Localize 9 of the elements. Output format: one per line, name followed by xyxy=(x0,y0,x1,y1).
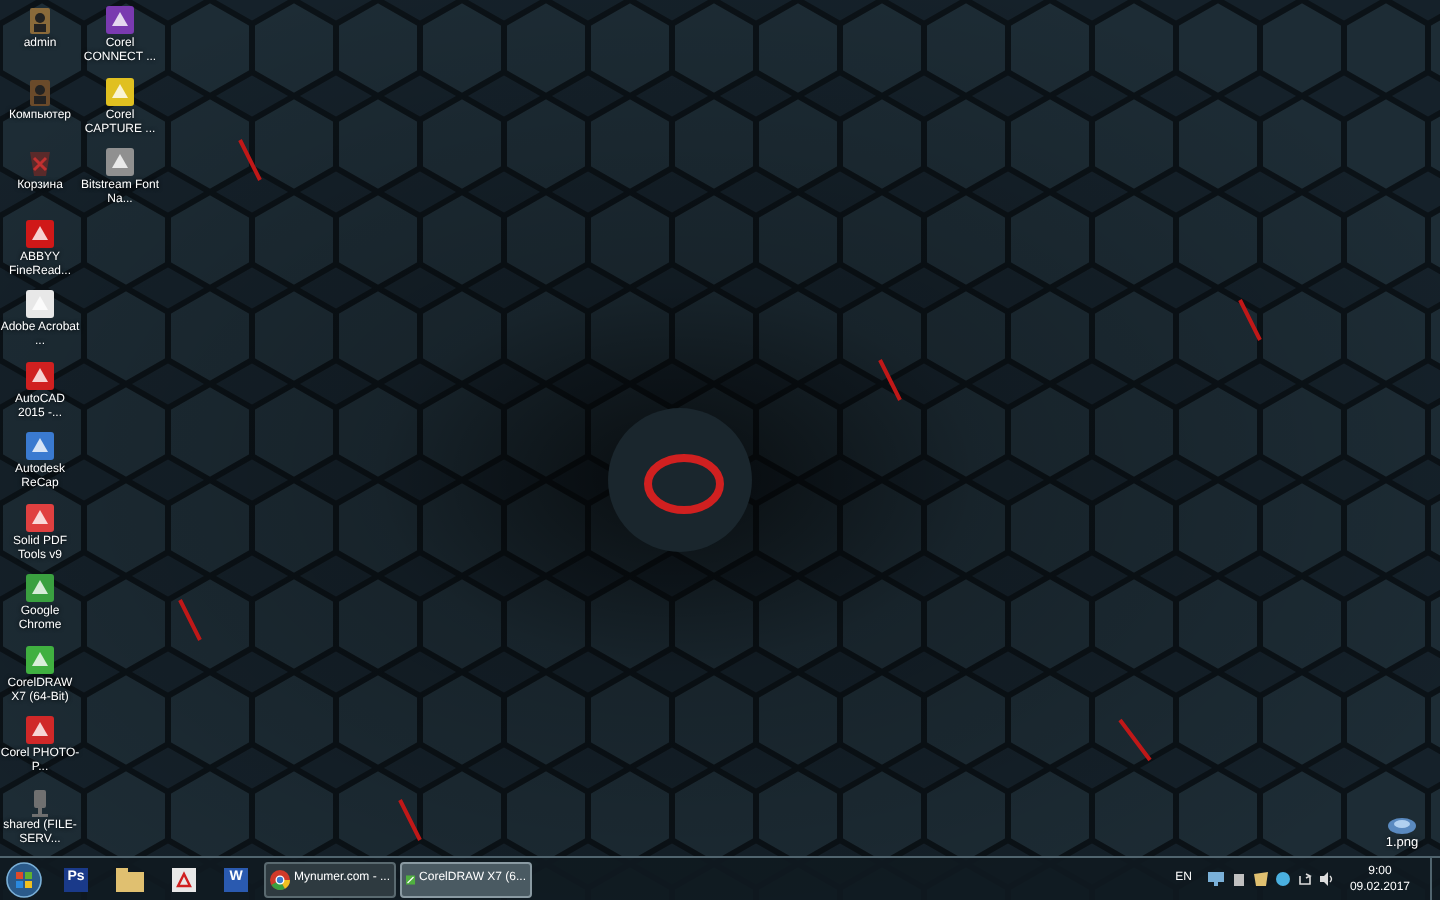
network-icon[interactable] xyxy=(1207,872,1224,886)
pdf-icon[interactable] xyxy=(172,867,196,891)
chrome-icon xyxy=(270,867,290,891)
sync-icon[interactable] xyxy=(1297,872,1312,886)
start-button[interactable] xyxy=(6,861,42,897)
device-icon[interactable] xyxy=(1231,872,1246,886)
folder-icon[interactable] xyxy=(116,867,144,891)
speaker-icon[interactable] xyxy=(1319,872,1334,886)
sphere-drawing xyxy=(608,408,752,552)
